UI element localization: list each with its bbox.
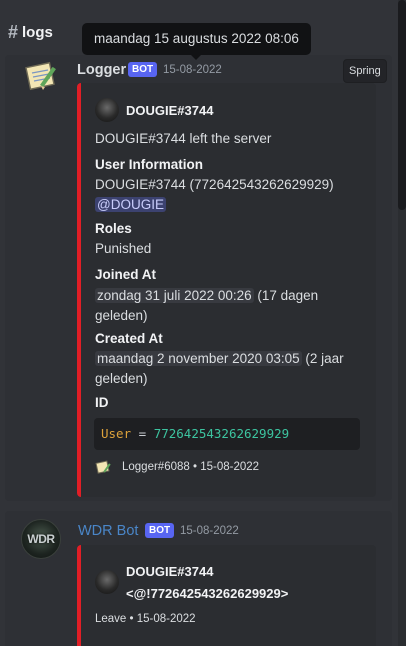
embed-author-mention: <@!772642543262629929> [126, 586, 289, 601]
notepad-icon [25, 61, 56, 91]
field-joined-at-label: Joined At [95, 267, 157, 282]
message-author[interactable]: Logger [77, 62, 126, 78]
created-at-timestamp[interactable]: maandag 2 november 2020 03:05 [95, 351, 302, 366]
field-roles-value: Punished [95, 241, 152, 256]
field-roles-label: Roles [95, 221, 132, 236]
spring-button[interactable]: Spring [343, 59, 387, 83]
hash-icon: # [8, 22, 19, 42]
joined-at-timestamp[interactable]: zondag 31 juli 2022 00:26 [95, 288, 254, 303]
field-created-at-value: maandag 2 november 2020 03:05 (2 jaar ge… [95, 349, 344, 389]
joined-at-relative: (17 dagen [253, 288, 319, 303]
embed-author-name[interactable]: DOUGIE#3744 [126, 103, 213, 118]
user-info-line: DOUGIE#3744 (772642543262629929) [95, 177, 334, 192]
bot-tag: BOT [145, 523, 175, 538]
embed-footer: Logger#6088 • 15-08-2022 [122, 461, 260, 473]
timestamp-tooltip: maandag 15 augustus 2022 08:06 [82, 23, 311, 60]
message-timestamp[interactable]: 15-08-2022 [163, 64, 222, 76]
field-joined-at-value: zondag 31 juli 2022 00:26 (17 dagen gele… [95, 286, 318, 326]
channel-name: logs [22, 24, 53, 41]
embed-footer: Leave • 15-08-2022 [95, 613, 196, 625]
field-created-at-label: Created At [95, 331, 163, 346]
created-at-relative: (2 jaar [301, 351, 344, 366]
user-mention[interactable]: @DOUGIE [95, 197, 166, 212]
scrollbar-thumb[interactable] [398, 0, 406, 210]
embed-author-name[interactable]: DOUGIE#3744 [126, 564, 213, 579]
channel-title[interactable]: # logs [8, 22, 53, 43]
wdr-bot-avatar[interactable]: WDR [21, 519, 61, 559]
logger-avatar[interactable] [24, 56, 64, 96]
code-key: User [101, 426, 132, 441]
code-value: 772642543262629929 [153, 426, 290, 441]
embed-description: DOUGIE#3744 left the server [95, 131, 272, 146]
id-code-block[interactable]: User = 772642543262629929 [94, 418, 360, 450]
embed-author-avatar [95, 570, 119, 594]
created-at-relative-cont: geleden) [95, 371, 148, 386]
field-user-information-value: DOUGIE#3744 (772642543262629929) @DOUGIE [95, 175, 334, 215]
message-timestamp[interactable]: 15-08-2022 [180, 525, 239, 537]
notepad-icon [95, 460, 111, 474]
message-author[interactable]: WDR Bot [78, 523, 138, 539]
embed-author-avatar [95, 98, 119, 122]
field-id-label: ID [95, 395, 109, 410]
bot-tag: BOT [128, 62, 158, 77]
joined-at-relative-cont: geleden) [95, 308, 148, 323]
field-user-information-label: User Information [95, 157, 204, 172]
code-equals: = [138, 426, 147, 441]
